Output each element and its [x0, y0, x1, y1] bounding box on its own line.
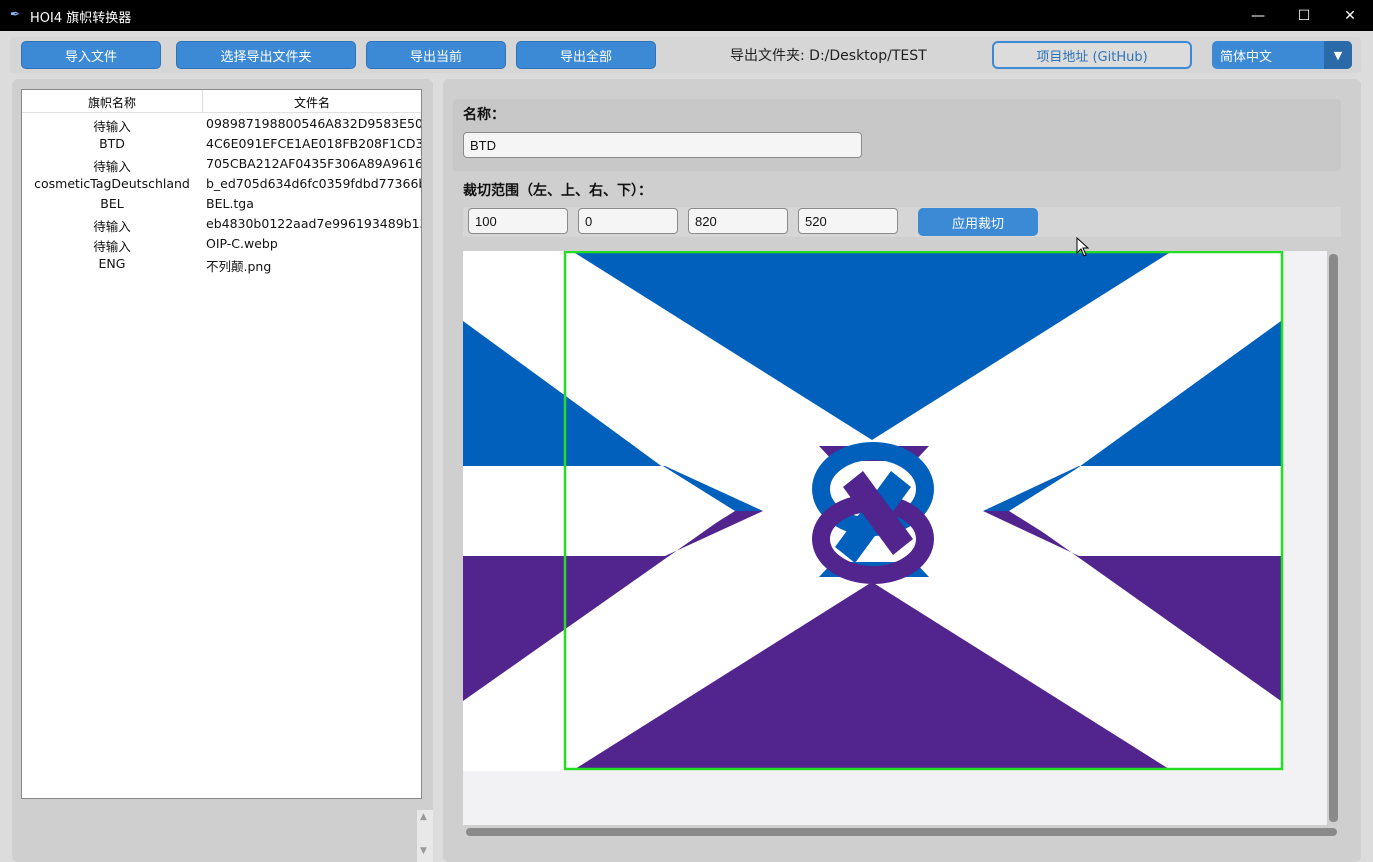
- maximize-button[interactable]: ☐: [1281, 0, 1327, 31]
- table-row[interactable]: 待输入 OIP-C.webp: [22, 234, 421, 254]
- file-name-cell: b_ed705d634d6fc0359fdbd77366ba8: [206, 176, 421, 191]
- choose-export-folder-button[interactable]: 选择导出文件夹: [176, 41, 356, 69]
- export-current-button[interactable]: 导出当前: [366, 41, 506, 69]
- flag-name-cell: 待输入: [93, 119, 131, 134]
- flag-name-cell: BEL: [100, 196, 124, 211]
- mouse-cursor-icon: [1076, 237, 1090, 257]
- export-all-button[interactable]: 导出全部: [516, 41, 656, 69]
- title-bar: ✒ HOI4 旗帜转换器 — ☐ ✕: [0, 0, 1373, 31]
- minimize-button[interactable]: —: [1235, 0, 1281, 31]
- table-row[interactable]: 待输入 eb4830b0122aad7e996193489b1351: [22, 214, 421, 234]
- name-input[interactable]: [463, 132, 862, 158]
- feather-icon: ✒: [10, 7, 21, 21]
- flag-image: [463, 251, 1284, 771]
- canvas-vertical-scrollbar[interactable]: [1329, 254, 1338, 822]
- flag-name-cell: BTD: [99, 136, 125, 151]
- crop-left-input[interactable]: [468, 208, 568, 234]
- crop-right-input[interactable]: [688, 208, 788, 234]
- import-files-button[interactable]: 导入文件: [21, 41, 161, 69]
- file-name-cell: 705CBA212AF0435F306A89A9616DB0: [206, 156, 421, 171]
- crop-top-input[interactable]: [578, 208, 678, 234]
- scroll-up-arrow-icon[interactable]: ▲: [420, 812, 427, 822]
- flag-name-cell: 待输入: [93, 159, 131, 174]
- file-name-cell: 4C6E091EFCE1AE018FB208F1CD3861: [206, 136, 421, 151]
- table-row[interactable]: 待输入 705CBA212AF0435F306A89A9616DB0: [22, 154, 421, 174]
- table-row[interactable]: BTD 4C6E091EFCE1AE018FB208F1CD3861: [22, 134, 421, 154]
- scroll-down-arrow-icon[interactable]: ▼: [420, 846, 427, 856]
- file-table: 旗帜名称 文件名 待输入 098987198800546A832D9583E50…: [21, 89, 422, 799]
- flag-preview-canvas[interactable]: [463, 251, 1327, 825]
- table-row[interactable]: ENG 不列颠.png: [22, 254, 421, 274]
- window-title: HOI4 旗帜转换器: [30, 11, 132, 26]
- language-select[interactable]: 简体中文 ▼: [1212, 41, 1352, 69]
- chevron-down-icon[interactable]: ▼: [1324, 41, 1352, 69]
- flag-name-cell: 待输入: [93, 219, 131, 234]
- file-name-cell: BEL.tga: [206, 196, 254, 211]
- name-label: 名称：: [463, 107, 505, 123]
- table-scrollbar[interactable]: ▲ ▼: [417, 810, 433, 862]
- canvas-horizontal-scrollbar[interactable]: [466, 828, 1337, 836]
- flag-name-cell: ENG: [98, 256, 126, 271]
- file-name-cell: 不列颠.png: [206, 259, 272, 274]
- table-header: 旗帜名称 文件名: [22, 90, 421, 113]
- file-name-cell: OIP-C.webp: [206, 236, 278, 251]
- language-value: 简体中文: [1220, 50, 1273, 65]
- apply-crop-button[interactable]: 应用裁切: [918, 208, 1038, 236]
- column-header-file-name[interactable]: 文件名: [202, 90, 421, 112]
- table-row[interactable]: cosmeticTagDeutschland b_ed705d634d6fc03…: [22, 174, 421, 194]
- crop-bottom-input[interactable]: [798, 208, 898, 234]
- flag-name-cell: 待输入: [93, 239, 131, 254]
- table-row[interactable]: 待输入 098987198800546A832D9583E5031A: [22, 114, 421, 134]
- flag-name-cell: cosmeticTagDeutschland: [34, 176, 190, 191]
- file-name-cell: 098987198800546A832D9583E5031A: [206, 116, 421, 131]
- column-header-flag-name[interactable]: 旗帜名称: [22, 94, 202, 111]
- crop-range-label: 裁切范围（左、上、右、下）：: [463, 183, 652, 199]
- export-folder-path: 导出文件夹: D:/Desktop/TEST: [730, 48, 927, 64]
- github-link-button[interactable]: 项目地址 (GitHub): [992, 41, 1192, 69]
- close-button[interactable]: ✕: [1327, 0, 1373, 31]
- table-row[interactable]: BEL BEL.tga: [22, 194, 421, 214]
- file-name-cell: eb4830b0122aad7e996193489b1351: [206, 216, 421, 231]
